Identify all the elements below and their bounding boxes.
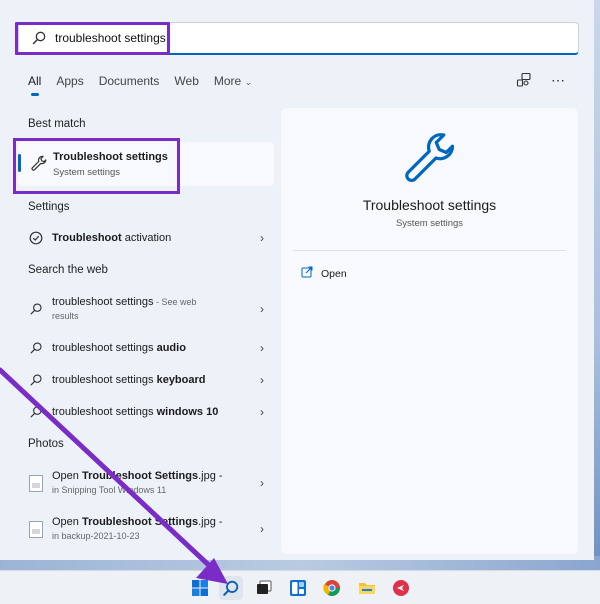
search-icon [28, 340, 44, 356]
taskbar-search-icon[interactable] [219, 576, 243, 600]
preview-subtitle: System settings [395, 218, 464, 229]
photo-sub: in Snipping Tool Windows 11 [52, 485, 167, 495]
chevron-right-icon[interactable]: › [260, 522, 264, 536]
wrench-icon [30, 155, 48, 173]
open-label: Open [321, 267, 347, 280]
web-result-item[interactable]: troubleshoot settings audio › [22, 333, 272, 363]
photo-post: .jpg - [198, 516, 223, 528]
tab-apps[interactable]: Apps [56, 74, 83, 88]
chevron-right-icon[interactable]: › [260, 302, 264, 316]
section-photos: Photos [28, 438, 64, 450]
selection-indicator [18, 154, 21, 172]
search-icon [28, 301, 44, 317]
web-result-text: troubleshoot settings [52, 342, 157, 354]
photo-result-item[interactable]: Open Troubleshoot Settings.jpg - in backu… [22, 511, 272, 547]
share-devices-icon[interactable] [516, 72, 532, 88]
tab-web[interactable]: Web [174, 74, 198, 88]
tab-more[interactable]: More ⌄ [214, 74, 252, 88]
chevron-right-icon[interactable]: › [260, 341, 264, 355]
more-options-icon[interactable]: ⋯ [550, 72, 566, 88]
chevron-down-icon: ⌄ [244, 77, 253, 87]
photo-pre: Open [52, 516, 82, 528]
photo-pre: Open [52, 470, 82, 482]
web-result-sub: results [52, 311, 79, 321]
section-search-web: Search the web [28, 264, 108, 276]
image-file-icon [28, 474, 44, 492]
image-file-icon [28, 520, 44, 538]
web-result-bold: windows 10 [156, 406, 219, 418]
best-match-item[interactable]: Troubleshoot settings System settings [18, 142, 274, 186]
chevron-right-icon[interactable]: › [260, 373, 264, 387]
web-result-bold: audio [156, 342, 186, 354]
chevron-right-icon[interactable]: › [260, 231, 264, 245]
wrench-icon [400, 130, 460, 190]
preview-pane: Troubleshoot settings System settings Op… [281, 108, 578, 554]
widgets-icon[interactable] [286, 576, 310, 600]
web-result-text: troubleshoot settings [52, 296, 154, 308]
search-input[interactable] [55, 31, 355, 45]
chrome-icon[interactable] [320, 576, 344, 600]
app-icon[interactable] [389, 576, 413, 600]
section-settings: Settings [28, 201, 70, 213]
web-result-item[interactable]: troubleshoot settings windows 10 › [22, 397, 272, 427]
search-icon [31, 30, 47, 46]
web-result-suffix: - See web [153, 297, 197, 307]
photo-bold: Troubleshoot Settings [81, 470, 199, 482]
web-result-text: troubleshoot settings [52, 374, 157, 386]
web-result-item[interactable]: troubleshoot settings keyboard › [22, 365, 272, 395]
search-box[interactable] [18, 22, 579, 55]
web-result-bold: keyboard [156, 374, 206, 386]
section-best-match: Best match [28, 118, 86, 130]
tab-all[interactable]: All [28, 74, 41, 96]
web-result-item[interactable]: troubleshoot settings - See web results › [22, 292, 272, 326]
web-result-text: troubleshoot settings [52, 406, 157, 418]
check-circle-icon [28, 230, 44, 246]
tab-more-label: More [213, 74, 242, 88]
chevron-right-icon[interactable]: › [260, 476, 264, 490]
start-windows-icon[interactable] [188, 576, 212, 600]
open-action[interactable]: Open [301, 266, 347, 281]
settings-item[interactable]: Troubleshoot activation › [22, 223, 272, 253]
best-match-subtitle: System settings [53, 167, 121, 178]
chevron-right-icon[interactable]: › [260, 405, 264, 419]
taskbar [0, 570, 600, 604]
photo-sub: in backup-2021-10-23 [52, 531, 140, 541]
settings-item-rest: activation [121, 232, 172, 244]
preview-divider [293, 250, 566, 251]
open-external-icon [301, 266, 313, 281]
photo-result-item[interactable]: Open Troubleshoot Settings.jpg - in Snipp… [22, 465, 272, 501]
file-explorer-icon[interactable] [355, 576, 379, 600]
photo-post: .jpg - [198, 470, 223, 482]
top-actions: ⋯ [516, 72, 566, 88]
task-view-icon[interactable] [252, 576, 276, 600]
preview-title: Troubleshoot settings [362, 197, 497, 213]
settings-item-bold: Troubleshoot [52, 232, 122, 244]
filter-tabs: All Apps Documents Web More ⌄ [28, 74, 267, 96]
search-icon [28, 404, 44, 420]
start-search-panel: All Apps Documents Web More ⌄ ⋯ Best mat… [0, 0, 594, 560]
search-icon [28, 372, 44, 388]
tab-documents[interactable]: Documents [99, 74, 160, 88]
best-match-title: Troubleshoot settings [53, 151, 168, 163]
photo-bold: Troubleshoot Settings [81, 516, 199, 528]
